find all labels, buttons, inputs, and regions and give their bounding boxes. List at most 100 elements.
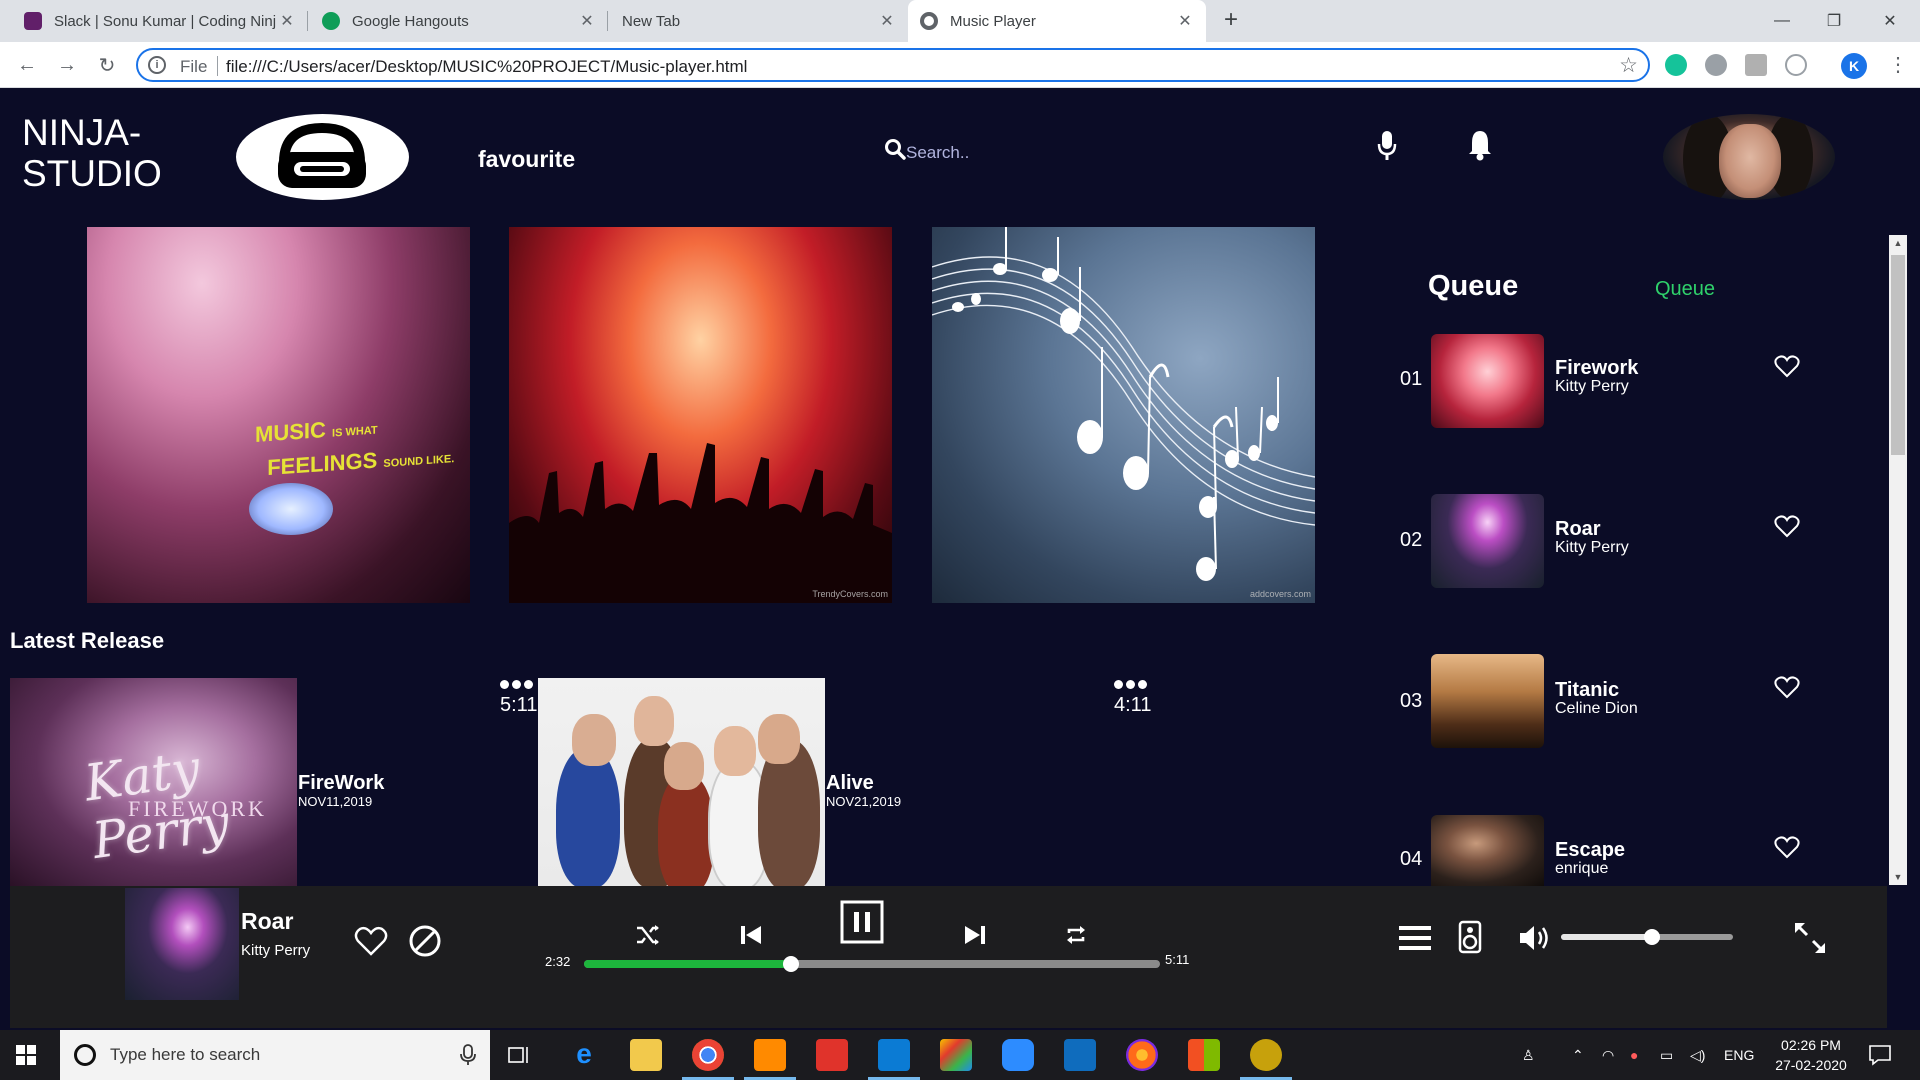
scroll-up-arrow[interactable]: ▲ [1889,235,1907,251]
close-window-button[interactable]: ✕ [1862,0,1918,42]
release-art-firework[interactable]: Katy Perry FIREWORK [10,678,297,886]
people-icon[interactable]: ♙ [1522,1030,1535,1080]
skip-previous-icon[interactable] [740,925,762,945]
close-tab-icon[interactable]: ✕ [878,11,896,31]
nav-favourite[interactable]: favourite [478,146,575,173]
page-scrollbar[interactable]: ▲ ▼ [1889,235,1907,885]
firefox-icon[interactable] [1126,1039,1158,1071]
menu-icon[interactable] [1399,924,1431,952]
scroll-down-arrow[interactable]: ▼ [1889,869,1907,885]
norton-icon[interactable] [1240,1039,1292,1080]
mic-icon[interactable] [1377,130,1397,167]
release-name[interactable]: FireWork [298,772,384,795]
banner-music-feelings[interactable]: MUSIC IS WHAT FEELINGS SOUND LIKE. [87,227,470,603]
back-button[interactable]: ← [13,51,41,79]
git-client-icon[interactable] [940,1039,972,1071]
skip-next-icon[interactable] [964,925,986,945]
store-icon[interactable] [1188,1039,1220,1071]
tab-slack[interactable]: Slack | Sonu Kumar | Coding Ninj ✕ [12,0,308,42]
heart-icon[interactable] [1774,354,1800,378]
edge-icon[interactable]: e [568,1039,600,1071]
anydesk-icon[interactable] [816,1039,848,1071]
network-icon[interactable]: ◠ [1602,1030,1614,1080]
clock-time: 02:26 PM [1781,1037,1841,1053]
release-art-alive[interactable] [538,678,825,886]
chrome-icon[interactable] [682,1039,734,1080]
progress-bar[interactable] [584,956,1160,972]
banner-music-notes[interactable]: addcovers.com [932,227,1315,603]
reload-button[interactable]: ↻ [93,51,121,79]
queue-thumb[interactable] [1431,334,1544,428]
info-icon[interactable]: i [148,56,166,74]
close-tab-icon[interactable]: ✕ [578,11,596,31]
queue-thumb[interactable] [1431,654,1544,748]
antivirus-tray-icon[interactable]: ● [1630,1030,1638,1080]
vscode-icon[interactable] [868,1039,920,1080]
bookmark-star-icon[interactable]: ☆ [1619,53,1638,78]
heart-icon[interactable] [1774,514,1800,538]
maximize-button[interactable]: ❐ [1806,0,1862,42]
queue-link[interactable]: Queue [1655,278,1715,301]
queue-title-titanic[interactable]: Titanic [1555,679,1619,702]
more-options-icon[interactable] [500,680,533,689]
current-time: 2:32 [545,954,571,969]
system-clock[interactable]: 02:26 PM 27-02-2020 [1766,1035,1856,1075]
forward-button[interactable]: → [53,51,81,79]
language-indicator[interactable]: ENG [1724,1030,1754,1080]
tab-hangouts[interactable]: Google Hangouts ✕ [310,0,608,42]
search-icon[interactable] [884,138,906,165]
tab-music-player[interactable]: Music Player ✕ [908,0,1206,42]
taskbar-search[interactable]: Type here to search [60,1030,490,1080]
watermark: TrendyCovers.com [812,589,888,599]
queue-thumb[interactable] [1431,815,1544,886]
close-tab-icon[interactable]: ✕ [1176,11,1194,31]
heart-icon[interactable] [1774,835,1800,859]
mail-icon[interactable] [1064,1039,1096,1071]
minimize-button[interactable]: — [1754,0,1810,42]
release-name[interactable]: Alive [826,772,874,795]
scrollbar-thumb[interactable] [1891,255,1905,455]
queue-title-firework[interactable]: Firework [1555,357,1638,380]
queue-title-roar[interactable]: Roar [1555,518,1601,541]
queue-thumb[interactable] [1431,494,1544,588]
file-explorer-icon[interactable] [630,1039,662,1071]
pause-icon[interactable] [840,900,884,944]
browser-menu-icon[interactable]: ⋮ [1888,52,1908,77]
volume-icon[interactable] [1518,924,1552,952]
profile-avatar[interactable]: K [1841,53,1867,79]
task-view-icon[interactable] [508,1045,530,1065]
heart-icon[interactable] [1774,675,1800,699]
tab-new-tab[interactable]: New Tab ✕ [610,0,908,42]
heart-icon[interactable] [354,926,388,956]
bell-icon[interactable] [1468,129,1492,166]
expand-icon[interactable] [1794,922,1826,954]
settings-extension-icon[interactable] [1705,54,1727,76]
extension-icon[interactable] [1745,54,1767,76]
sublime-text-icon[interactable] [744,1039,796,1080]
speaker-icon[interactable] [1458,920,1482,954]
shuffle-icon[interactable] [636,924,660,946]
zoom-icon[interactable] [1002,1039,1034,1071]
new-tab-button[interactable]: + [1218,8,1244,34]
show-hidden-icons-icon[interactable]: ⌃ [1572,1030,1584,1080]
volume-tray-icon[interactable]: ◁) [1690,1030,1705,1080]
windows-start-icon[interactable] [16,1045,36,1065]
search-input[interactable] [906,140,1206,166]
repeat-icon[interactable] [1064,923,1088,947]
progress-knob[interactable] [783,956,800,972]
address-bar[interactable]: i File file:///C:/Users/acer/Desktop/MUS… [136,48,1650,82]
user-avatar[interactable] [1663,114,1835,200]
block-icon[interactable] [408,924,442,958]
battery-icon[interactable]: ▭ [1660,1030,1673,1080]
mic-icon[interactable] [460,1044,476,1066]
more-options-icon[interactable] [1114,680,1147,689]
volume-slider[interactable] [1561,929,1733,945]
extension-icon[interactable] [1785,54,1807,76]
queue-title-escape[interactable]: Escape [1555,839,1625,862]
url-text[interactable]: file:///C:/Users/acer/Desktop/MUSIC%20PR… [226,57,747,77]
grammarly-extension-icon[interactable] [1665,54,1687,76]
action-center-icon[interactable] [1868,1044,1892,1066]
banner-concert-crowd[interactable]: TrendyCovers.com [509,227,892,603]
volume-knob[interactable] [1644,929,1661,945]
close-tab-icon[interactable]: ✕ [278,11,296,31]
